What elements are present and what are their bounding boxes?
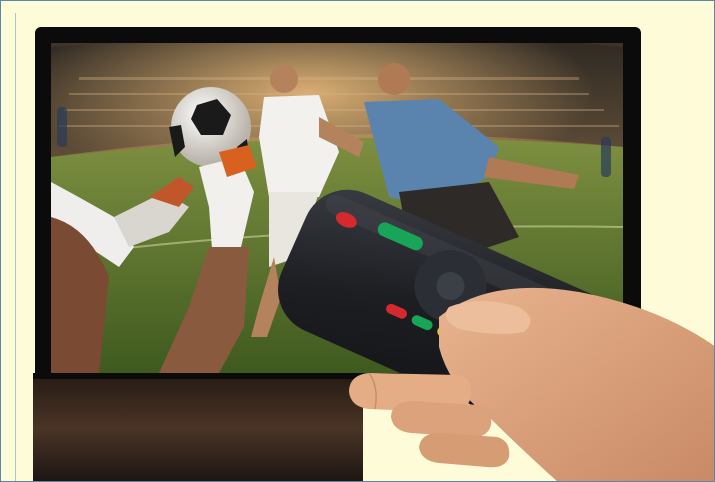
photo-illustration: 1 2 4 5 8 0 + - ^ v bbox=[33, 27, 714, 481]
lower-screen bbox=[33, 373, 363, 481]
tv-remote-photo: 1 2 4 5 8 0 + - ^ v bbox=[19, 7, 714, 481]
frame-divider bbox=[15, 13, 16, 481]
image-frame: 1 2 4 5 8 0 + - ^ v bbox=[0, 0, 715, 482]
